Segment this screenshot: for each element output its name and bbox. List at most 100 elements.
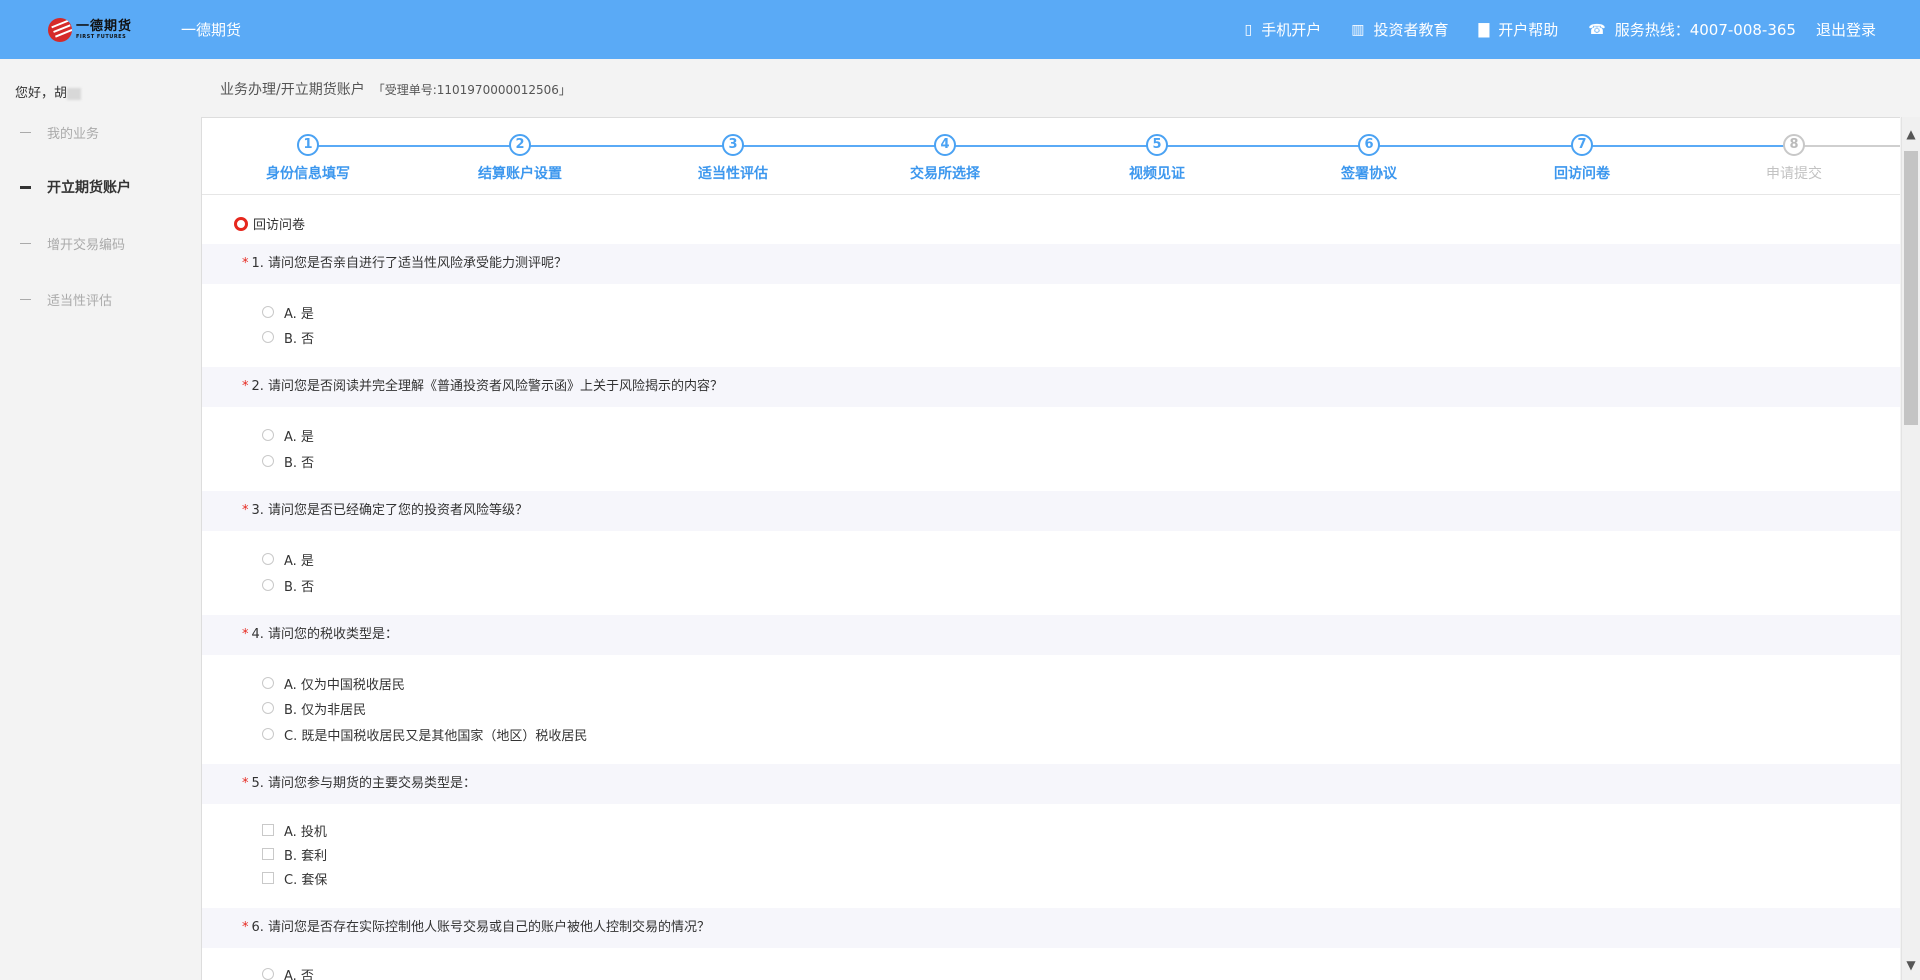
q1-option-b[interactable]: B. 否 (262, 327, 314, 347)
breadcrumb: 业务办理/开立期货账户 「受理单号:1101970000012506」 (220, 79, 571, 99)
main-panel: 1 身份信息填写 2 结算账户设置 3 适当性评估 4 交易所选择 5 视频见证… (201, 117, 1900, 980)
books-icon: ▥ (1351, 21, 1365, 38)
question-6: * 6. 请问您是否存在实际控制他人账号交易或自己的账户被他人控制交易的情况？ (202, 908, 1900, 948)
top-nav: ▯ 手机开户 ▥ 投资者教育 ▇ 开户帮助 ☎ 服务热线：4007-008-36… (1214, 19, 1876, 40)
scroll-down-icon[interactable]: ▼ (1902, 950, 1920, 980)
step-identity-info: 1 身份信息填写 (248, 134, 368, 183)
step-label: 回访问卷 (1554, 166, 1610, 182)
option-label: A. 投机 (284, 824, 327, 840)
checkbox-icon[interactable] (262, 872, 274, 884)
q1-option-a[interactable]: A. 是 (262, 302, 314, 322)
question-text: 5. 请问您参与期货的主要交易类型是： (251, 776, 477, 791)
radio-icon[interactable] (262, 455, 274, 467)
scroll-thumb[interactable] (1904, 151, 1918, 425)
section-title-label: 回访问卷 (253, 218, 306, 233)
q3-option-b[interactable]: B. 否 (262, 575, 314, 595)
step-number: 1 (297, 134, 319, 156)
radio-icon[interactable] (262, 553, 274, 565)
top-header: 一德期货 FIRST FUTURES 一德期货 ▯ 手机开户 ▥ 投资者教育 ▇… (0, 0, 1920, 59)
radio-icon[interactable] (262, 306, 274, 318)
question-text: 4. 请问您的税收类型是： (251, 627, 399, 642)
redacted-name (67, 87, 82, 100)
dash-icon (20, 299, 31, 300)
required-star: * (242, 256, 249, 271)
step-number: 7 (1571, 134, 1593, 156)
nav-mobile-open[interactable]: ▯ 手机开户 (1244, 19, 1321, 40)
option-label: A. 是 (284, 306, 314, 322)
sidebar-item-label: 增开交易编码 (47, 238, 126, 253)
option-label: B. 否 (284, 579, 315, 595)
question-4: * 4. 请问您的税收类型是： (202, 615, 1900, 655)
sidebar-item-label: 开立期货账户 (47, 180, 131, 196)
q6-option-a[interactable]: A. 否 (262, 964, 314, 980)
q5-option-a[interactable]: A. 投机 (262, 820, 327, 840)
question-text: 6. 请问您是否存在实际控制他人账号交易或自己的账户被他人控制交易的情况？ (251, 920, 711, 935)
step-label: 视频见证 (1129, 166, 1185, 182)
sidebar: 您好，胡 我的业务 开立期货账户 增开交易编码 适当性评估 (0, 59, 201, 980)
breadcrumb-path: 业务办理/开立期货账户 (220, 82, 365, 98)
company-name: 一德期货 (181, 21, 242, 39)
q2-option-a[interactable]: A. 是 (262, 425, 314, 445)
step-exchange: 4 交易所选择 (885, 134, 1005, 183)
step-number: 8 (1783, 134, 1805, 156)
radio-icon[interactable] (262, 728, 274, 740)
sidebar-item-suitability[interactable]: 适当性评估 (20, 290, 112, 309)
dash-icon (20, 243, 31, 244)
scroll-up-icon[interactable]: ▲ (1902, 117, 1920, 151)
step-suitability: 3 适当性评估 (673, 134, 793, 183)
step-number: 2 (509, 134, 531, 156)
q5-option-c[interactable]: C. 套保 (262, 868, 327, 888)
step-settlement-account: 2 结算账户设置 (460, 134, 580, 183)
step-sign-agreement: 6 签署协议 (1309, 134, 1429, 183)
step-label: 结算账户设置 (478, 166, 562, 182)
q4-option-b[interactable]: B. 仅为非居民 (262, 698, 366, 718)
logo-mark-icon (48, 18, 72, 42)
required-star: * (242, 379, 249, 394)
radio-icon[interactable] (262, 677, 274, 689)
radio-icon[interactable] (262, 579, 274, 591)
sidebar-item-add-trade-code[interactable]: 增开交易编码 (20, 234, 125, 253)
q3-option-a[interactable]: A. 是 (262, 549, 314, 569)
logout-label: 退出登录 (1815, 21, 1876, 39)
nav-hotline-label: 服务热线：4007-008-365 (1614, 21, 1796, 39)
section-title: 回访问卷 (234, 214, 305, 233)
sidebar-item-open-account[interactable]: 开立期货账户 (20, 177, 131, 197)
user-greeting: 您好，胡 (15, 82, 82, 101)
radio-icon[interactable] (262, 968, 274, 980)
required-star: * (242, 627, 249, 642)
q4-option-a[interactable]: A. 仅为中国税收居民 (262, 673, 405, 693)
vertical-scrollbar[interactable]: ▲ ▼ (1901, 117, 1920, 980)
sidebar-item-my-business[interactable]: 我的业务 (20, 123, 99, 142)
logo-cn-text: 一德期货 (76, 19, 133, 34)
radio-icon[interactable] (262, 331, 274, 343)
checkbox-icon[interactable] (262, 824, 274, 836)
radio-icon[interactable] (262, 702, 274, 714)
option-label: A. 是 (284, 553, 314, 569)
step-label: 交易所选择 (910, 166, 980, 182)
nav-investor-education[interactable]: ▥ 投资者教育 (1351, 19, 1448, 40)
question-text: 2. 请问您是否阅读并完全理解《普通投资者风险警示函》上关于风险揭示的内容？ (251, 379, 724, 394)
step-number: 3 (722, 134, 744, 156)
nav-mobile-label: 手机开户 (1261, 21, 1322, 39)
option-label: A. 否 (284, 968, 314, 980)
q4-option-c[interactable]: C. 既是中国税收居民又是其他国家（地区）税收居民 (262, 724, 587, 744)
phone-icon: ▯ (1244, 21, 1253, 38)
nav-help-label: 开户帮助 (1498, 21, 1559, 39)
telephone-icon: ☎ (1588, 21, 1606, 38)
checkbox-icon[interactable] (262, 848, 274, 860)
logout-link[interactable]: 退出登录 (1816, 19, 1876, 40)
ticket-number: 「受理单号:1101970000012506」 (372, 83, 571, 97)
step-label: 签署协议 (1341, 166, 1397, 182)
q2-option-b[interactable]: B. 否 (262, 451, 314, 471)
step-number: 4 (934, 134, 956, 156)
step-video: 5 视频见证 (1097, 134, 1217, 183)
q5-option-b[interactable]: B. 套利 (262, 844, 327, 864)
company-logo[interactable]: 一德期货 FIRST FUTURES (48, 16, 132, 44)
option-label: A. 仅为中国税收居民 (284, 677, 405, 693)
step-number: 5 (1146, 134, 1168, 156)
required-star: * (242, 920, 249, 935)
step-label: 身份信息填写 (266, 166, 350, 182)
radio-icon[interactable] (262, 429, 274, 441)
book-icon: ▇ (1478, 21, 1490, 38)
nav-open-help[interactable]: ▇ 开户帮助 (1478, 19, 1558, 40)
